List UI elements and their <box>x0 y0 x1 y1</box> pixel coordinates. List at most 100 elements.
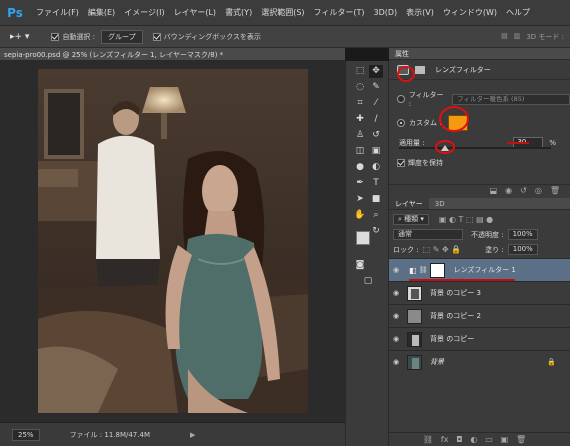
layer-filter-icons[interactable]: ▣ ◐ T ⬚ ▤ ● <box>439 215 493 224</box>
lock-icon: 🔒 <box>547 358 556 366</box>
tab-3d[interactable]: 3D <box>429 198 451 209</box>
add-mask-icon[interactable]: ◘ <box>456 433 462 446</box>
layer-kind-dropdown[interactable]: ⌕ 種類 ▾ <box>393 214 429 225</box>
quick-select-icon[interactable]: ✎ <box>369 81 383 94</box>
menu-select[interactable]: 選択範囲(S) <box>261 7 304 18</box>
document-tab[interactable]: sepia-pro00.psd @ 25% (レンズフィルター 1, レイヤーマ… <box>0 48 345 61</box>
new-adjustment-icon[interactable]: ◐ <box>470 433 477 446</box>
layers-tabs: レイヤー 3D <box>389 198 570 210</box>
menu-edit[interactable]: 編集(E) <box>88 7 115 18</box>
delete-layer-icon[interactable]: 🗑 <box>516 433 526 446</box>
eye-icon[interactable]: ◉ <box>389 289 403 297</box>
layer-row-copy[interactable]: ◉ 背景 のコピー <box>389 327 570 350</box>
link-layers-icon[interactable]: ⛓ <box>423 433 433 446</box>
reset-icon[interactable]: ↺ <box>520 185 527 196</box>
mode-3d-label: 3D モード : <box>526 32 564 41</box>
menu-type[interactable]: 書式(Y) <box>225 7 252 18</box>
align-icon[interactable]: ▤ <box>501 32 508 42</box>
delete-icon[interactable]: 🗑 <box>550 185 560 196</box>
eye-icon[interactable]: ◉ <box>389 266 403 274</box>
rotate-icon[interactable]: ↻ <box>369 225 383 238</box>
gradient-icon[interactable]: ▣ <box>369 145 383 158</box>
menu-filter[interactable]: フィルター(T) <box>314 7 365 18</box>
layer-row-lens-filter[interactable]: ◉ ◧ ⛓ レンズフィルター 1 <box>389 258 570 281</box>
zoom-icon[interactable]: ⌕ <box>369 209 383 222</box>
dodge-icon[interactable]: ◐ <box>369 161 383 174</box>
document-image[interactable] <box>38 69 308 413</box>
eyedropper-icon[interactable]: ⁄ <box>369 97 383 110</box>
path-select-icon[interactable]: ➤ <box>353 193 367 206</box>
blend-mode-dropdown[interactable]: 通常 <box>393 229 463 240</box>
link-icon[interactable]: ⛓ <box>419 266 428 274</box>
auto-select-checkbox[interactable] <box>51 32 60 41</box>
custom-radio[interactable] <box>397 119 405 127</box>
marquee-icon[interactable]: ⬚ <box>353 65 367 78</box>
filter-dropdown[interactable]: フィルター暖色系 (85) <box>452 93 570 105</box>
distribute-icon[interactable]: ▥ <box>514 32 521 42</box>
status-menu-arrow-icon[interactable]: ▶ <box>190 431 195 439</box>
move-tool-preset[interactable]: ▸+ ▾ <box>10 32 29 42</box>
foreground-color-swatch[interactable] <box>356 231 370 245</box>
new-group-icon[interactable]: ▭ <box>485 433 493 446</box>
menu-window[interactable]: ウィンドウ(W) <box>443 7 497 18</box>
layer-filter-row: ⌕ 種類 ▾ ▣ ◐ T ⬚ ▤ ● <box>389 214 570 225</box>
blur-icon[interactable]: ● <box>353 161 367 174</box>
layer-row-copy3[interactable]: ◉ 背景 のコピー 3 <box>389 281 570 304</box>
fill-label: 塗り : <box>485 245 504 254</box>
hand-icon[interactable]: ✋ <box>353 209 367 222</box>
tab-layers[interactable]: レイヤー <box>389 198 429 209</box>
auto-select-dropdown[interactable]: グループ <box>101 29 143 44</box>
brush-icon[interactable]: ∕ <box>369 113 383 126</box>
visibility-icon[interactable]: ◎ <box>535 185 542 196</box>
mask-icon[interactable] <box>415 65 425 74</box>
layer-opacity-input[interactable]: 100% <box>507 229 538 240</box>
bounding-box-checkbox[interactable] <box>152 32 161 41</box>
preserve-row: 輝度を保持 <box>389 158 443 168</box>
move-icon[interactable]: ✥ <box>369 65 383 78</box>
pen-icon[interactable]: ✒ <box>353 177 367 190</box>
fill-input[interactable]: 100% <box>507 244 538 255</box>
opacity-slider-track[interactable] <box>399 147 551 149</box>
opacity-unit: % <box>549 138 556 147</box>
align-buttons: ▤ ▥ 3D モード : <box>501 32 564 42</box>
shape-icon[interactable]: ■ <box>369 193 383 206</box>
history-brush-icon[interactable]: ↺ <box>369 129 383 142</box>
type-icon[interactable]: T <box>369 177 383 190</box>
menu-view[interactable]: 表示(V) <box>406 7 434 18</box>
canvas-area[interactable] <box>0 61 345 422</box>
opacity-label: 適用量 : <box>399 138 425 147</box>
menu-help[interactable]: ヘルプ <box>506 7 530 18</box>
new-layer-icon[interactable]: ▣ <box>501 433 509 446</box>
screen-mode-icon[interactable]: ▢ <box>361 275 375 288</box>
clone-stamp-icon[interactable]: ♙ <box>353 129 367 142</box>
quick-mask-icon[interactable]: ◙ <box>353 259 367 272</box>
view-previous-icon[interactable]: ◉ <box>505 185 512 196</box>
photoshop-logo: Ps <box>7 5 23 20</box>
eye-icon[interactable]: ◉ <box>389 358 403 366</box>
crop-icon[interactable]: ⌗ <box>353 97 367 110</box>
layer-row-copy2[interactable]: ◉ 背景 のコピー 2 <box>389 304 570 327</box>
layer-row-background[interactable]: ◉ 背景 🔒 <box>389 350 570 373</box>
layer-name: 背景 <box>430 358 444 366</box>
zoom-level[interactable]: 25% <box>12 428 40 441</box>
layer-mask-thumbnail[interactable] <box>430 262 446 278</box>
photo-illustration <box>38 69 308 413</box>
properties-title-row: レンズフィルター <box>389 60 570 80</box>
lock-icons[interactable]: ⬚ ✎ ✥ 🔒 <box>423 245 462 254</box>
eye-icon[interactable]: ◉ <box>389 312 403 320</box>
clip-icon[interactable]: ⬓ <box>490 185 498 196</box>
menu-file[interactable]: ファイル(F) <box>36 7 79 18</box>
fx-icon[interactable]: fx <box>441 433 449 446</box>
menu-3d[interactable]: 3D(D) <box>374 8 398 17</box>
preserve-luminosity-label: 輝度を保持 <box>408 159 443 167</box>
eye-icon[interactable]: ◉ <box>389 335 403 343</box>
preserve-luminosity-checkbox[interactable] <box>397 159 405 167</box>
menu-layer[interactable]: レイヤー(L) <box>174 7 216 18</box>
lasso-icon[interactable]: ◌ <box>353 81 367 94</box>
bounding-box-label: バウンディングボックスを表示 <box>163 32 261 41</box>
menu-image[interactable]: イメージ(I) <box>124 7 164 18</box>
eraser-icon[interactable]: ◫ <box>353 145 367 158</box>
filter-radio[interactable] <box>397 95 405 103</box>
properties-footer: ⬓ ◉ ↺ ◎ 🗑 <box>389 184 570 196</box>
healing-icon[interactable]: ✚ <box>353 113 367 126</box>
